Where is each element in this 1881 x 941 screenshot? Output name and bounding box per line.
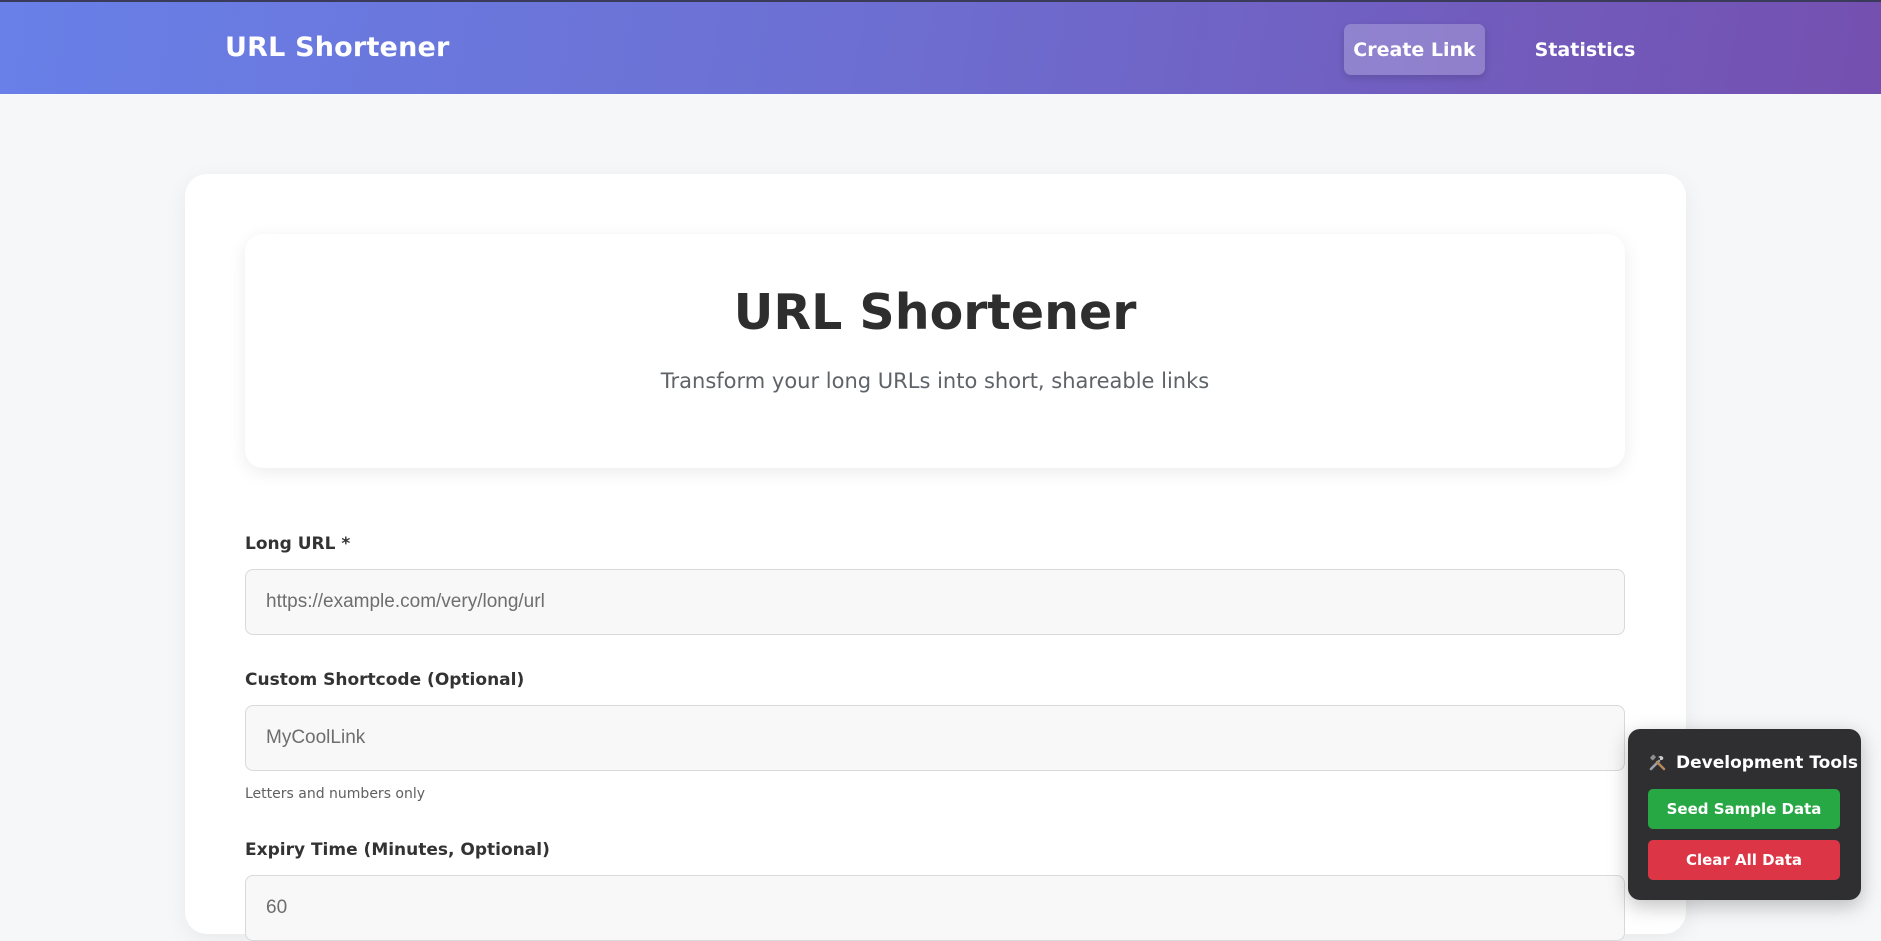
expiry-time-label: Expiry Time (Minutes, Optional) — [245, 840, 550, 860]
expiry-time-input[interactable] — [245, 875, 1625, 941]
dev-tools-panel: Development Tools Seed Sample Data Clear… — [1628, 729, 1861, 900]
custom-shortcode-label: Custom Shortcode (Optional) — [245, 670, 525, 690]
main-card: URL Shortener Transform your long URLs i… — [185, 174, 1686, 941]
clear-all-data-button[interactable]: Clear All Data — [1648, 840, 1840, 880]
brand-logo-text[interactable]: URL Shortener — [225, 32, 450, 63]
dev-tools-heading: Development Tools — [1648, 753, 1858, 773]
long-url-label: Long URL * — [245, 534, 351, 554]
shortcode-hint: Letters and numbers only — [245, 786, 426, 802]
seed-sample-data-button[interactable]: Seed Sample Data — [1648, 789, 1840, 829]
hero-panel: URL Shortener Transform your long URLs i… — [245, 234, 1625, 468]
tools-icon — [1648, 753, 1668, 773]
page-title: URL Shortener — [733, 284, 1137, 341]
page-subtitle: Transform your long URLs into short, sha… — [660, 369, 1210, 393]
custom-shortcode-input[interactable] — [245, 705, 1625, 771]
dev-tools-title: Development Tools — [1676, 753, 1858, 773]
nav-statistics-link[interactable]: Statistics — [1530, 24, 1640, 75]
long-url-input[interactable] — [245, 569, 1625, 635]
nav-create-link-button[interactable]: Create Link — [1344, 24, 1485, 75]
top-navbar: URL Shortener Create Link Statistics — [0, 0, 1881, 94]
